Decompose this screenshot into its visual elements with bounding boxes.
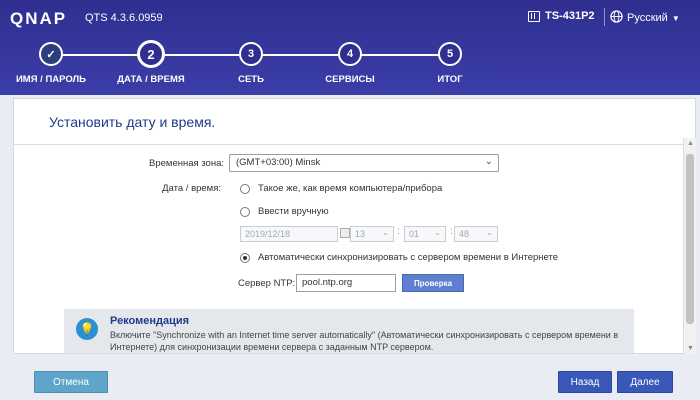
manual-second-select[interactable]: 48 ⌄ [454,226,498,242]
cancel-button[interactable]: Отмена [34,371,108,393]
step-1-circle: ✓ [39,42,63,66]
device-model: TS-431P2 [528,10,595,22]
timezone-select[interactable]: (GMT+03:00) Minsk ⌄ [229,154,499,172]
step-5-label: ИТОГ [437,74,463,85]
time-separator: : [397,226,400,237]
recommendation-title: Рекомендация [110,315,190,327]
header-divider [604,8,605,26]
vertical-scrollbar[interactable]: ▲ ▼ [683,138,696,354]
ntp-server-label: Сервер NTP: [238,278,296,289]
step-3-label: СЕТЬ [238,74,264,85]
check-ntp-button[interactable]: Проверка [402,274,464,292]
time-separator: : [450,226,453,237]
step-1-label: ИМЯ / ПАРОЛЬ [15,74,87,85]
firmware-version: QTS 4.3.6.0959 [85,12,163,24]
back-button[interactable]: Назад [558,371,612,393]
chevron-down-icon: ⌄ [434,228,441,237]
timezone-value: (GMT+03:00) Minsk [236,157,321,168]
page-title: Установить дату и время. [49,114,216,130]
radio-manual[interactable] [240,207,250,217]
scroll-up-icon[interactable]: ▲ [687,140,694,147]
next-button[interactable]: Далее [617,371,673,393]
manual-minute-select[interactable]: 01 ⌄ [404,226,446,242]
recommendation-box: 💡 Рекомендация Включите "Synchronize wit… [64,309,634,353]
step-4-label: СЕРВИСЫ [325,74,375,85]
title-divider [14,144,684,145]
radio-ntp-sync[interactable] [240,253,250,263]
step-2-label: ДАТА / ВРЕМЯ [117,74,185,85]
step-5-circle: 5 [438,42,462,66]
wizard-steps: ✓ 2 3 4 5 ИМЯ / ПАРОЛЬ ДАТА / ВРЕМЯ СЕТЬ… [0,40,700,92]
qnap-logo: QNAP [10,9,68,28]
option-ntp-sync[interactable]: Автоматически синхронизировать с серверо… [258,252,558,263]
radio-same-as-computer[interactable] [240,184,250,194]
language-label: Русский [627,12,668,24]
step-3-circle: 3 [239,42,263,66]
lightbulb-icon: 💡 [76,318,98,340]
globe-icon [610,10,623,26]
language-selector[interactable]: Русский ▼ [610,10,680,26]
ntp-server-input[interactable]: pool.ntp.org [296,274,396,292]
step-2-circle: 2 [137,40,165,68]
chevron-down-icon: ⌄ [484,156,493,167]
settings-panel: Установить дату и время. Временная зона:… [13,98,696,354]
datetime-label: Дата / время: [162,183,221,194]
header: QNAP QTS 4.3.6.0959 TS-431P2 Русский ▼ ✓… [0,0,700,95]
manual-date-field[interactable]: 2019/12/18 [240,226,338,242]
check-icon: ✓ [46,48,56,61]
option-same-as-computer[interactable]: Такое же, как время компьютера/прибора [258,183,442,194]
timezone-label: Временная зона: [149,158,224,169]
chevron-down-icon: ▼ [671,13,680,23]
chevron-down-icon: ⌄ [382,228,389,237]
manual-hour-select[interactable]: 13 ⌄ [350,226,394,242]
calendar-icon[interactable] [340,228,350,238]
chevron-down-icon: ⌄ [486,228,493,237]
model-name: TS-431P2 [545,10,595,22]
nas-device-icon [528,10,540,22]
scrollbar-thumb[interactable] [686,154,694,324]
scroll-down-icon[interactable]: ▼ [687,345,694,352]
recommendation-text: Включите "Synchronize with an Internet t… [110,330,619,352]
step-4-circle: 4 [338,42,362,66]
option-manual[interactable]: Ввести вручную [258,206,329,217]
